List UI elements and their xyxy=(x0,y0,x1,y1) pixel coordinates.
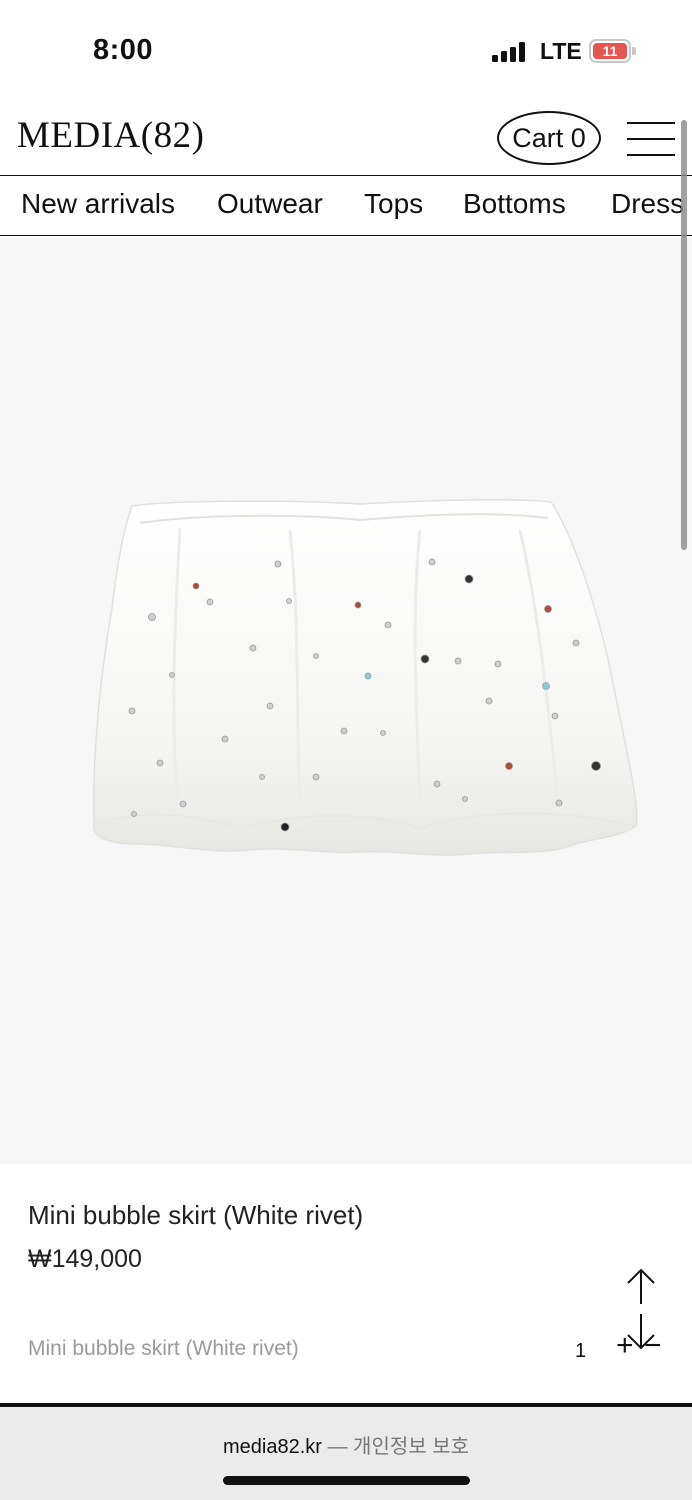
selected-option-label: Mini bubble skirt (White rivet) xyxy=(28,1337,299,1360)
category-bottoms[interactable]: Bottoms xyxy=(463,188,566,220)
home-indicator[interactable] xyxy=(223,1476,470,1485)
category-new-arrivals[interactable]: New arrivals xyxy=(21,188,175,220)
category-tops[interactable]: Tops xyxy=(364,188,423,220)
url-bar[interactable]: media82.kr — 개인정보 보호 xyxy=(0,1430,692,1459)
product-price: ₩149,000 xyxy=(28,1245,142,1273)
status-time: 8:00 xyxy=(93,34,154,66)
page-scrollbar[interactable] xyxy=(681,120,687,550)
battery-level: 11 xyxy=(593,43,627,59)
scroll-up-arrow-icon[interactable] xyxy=(624,1266,658,1306)
category-outwear[interactable]: Outwear xyxy=(217,188,323,220)
status-bar: 8:00 LTE 11 xyxy=(0,0,692,100)
signal-icon xyxy=(492,42,525,62)
cart-button[interactable]: Cart 0 xyxy=(497,111,601,165)
battery-icon: 11 xyxy=(589,39,636,63)
site-logo[interactable]: MEDIA(82) xyxy=(17,114,204,157)
category-dress[interactable]: Dress xyxy=(611,188,684,220)
product-name: Mini bubble skirt (White rivet) xyxy=(28,1200,364,1230)
url-separator: — xyxy=(327,1436,348,1458)
url-domain: media82.kr xyxy=(222,1436,322,1458)
privacy-note: 개인정보 보호 xyxy=(353,1436,470,1458)
product-image[interactable] xyxy=(0,238,692,1164)
skirt-illustration xyxy=(92,499,638,856)
quantity-minus-button[interactable]: − xyxy=(644,1331,662,1361)
cart-label: Cart 0 xyxy=(512,122,586,153)
hamburger-menu-icon[interactable] xyxy=(627,122,675,156)
network-label: LTE xyxy=(540,38,582,64)
category-nav: New arrivals Outwear Tops Bottoms Dress xyxy=(0,175,692,236)
quantity-plus-button[interactable]: + xyxy=(616,1331,634,1361)
quantity-value: 1 xyxy=(575,1340,587,1362)
